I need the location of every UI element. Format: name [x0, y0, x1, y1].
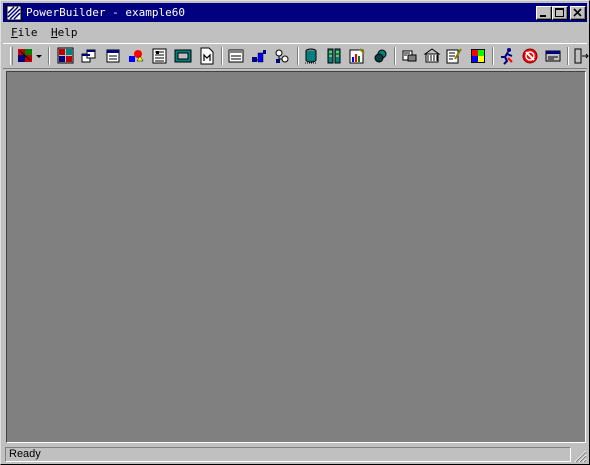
- library-icon[interactable]: [372, 47, 390, 65]
- browser-icon[interactable]: [401, 47, 419, 65]
- status-text: Ready: [9, 448, 41, 460]
- mdi-client-area[interactable]: [6, 71, 586, 443]
- datawindow-icon[interactable]: [151, 47, 169, 65]
- edit-icon[interactable]: [445, 47, 463, 65]
- structure-icon[interactable]: [127, 47, 145, 65]
- user-object-icon[interactable]: [198, 47, 216, 65]
- pipeline-icon[interactable]: [250, 47, 268, 65]
- toolbar-separator: [492, 47, 494, 65]
- color-icon[interactable]: [469, 47, 487, 65]
- maximize-button[interactable]: [552, 6, 568, 20]
- debug-icon[interactable]: [423, 47, 441, 65]
- toolbar-separator: [297, 47, 299, 65]
- window-painter-icon[interactable]: [80, 47, 98, 65]
- toolbar-grip[interactable]: [10, 47, 13, 65]
- toolbar-separator: [48, 47, 50, 65]
- report-icon[interactable]: [348, 47, 366, 65]
- database-icon[interactable]: [302, 47, 320, 65]
- function-icon[interactable]: [174, 47, 192, 65]
- menu-file[interactable]: File: [11, 26, 38, 39]
- toolbar-separator: [221, 47, 223, 65]
- menu-painter-icon[interactable]: [104, 47, 122, 65]
- toolbar-separator: [567, 47, 569, 65]
- new-icon[interactable]: [17, 47, 35, 65]
- status-pane: Ready: [5, 447, 571, 462]
- query-icon[interactable]: [227, 47, 245, 65]
- toolbar-separator: [394, 47, 396, 65]
- title-bar[interactable]: PowerBuilder - example60: [3, 3, 587, 22]
- exit-icon[interactable]: [572, 47, 590, 65]
- dropdown-arrow-icon[interactable]: [35, 47, 43, 65]
- status-bar: Ready: [3, 446, 587, 463]
- minimize-button[interactable]: [536, 6, 552, 20]
- menu-help[interactable]: Help: [51, 26, 78, 39]
- application-icon[interactable]: [57, 47, 75, 65]
- compile-icon[interactable]: [544, 47, 562, 65]
- app-icon[interactable]: [6, 5, 22, 21]
- window-title: PowerBuilder - example60: [26, 6, 185, 19]
- db-profile-icon[interactable]: [325, 47, 343, 65]
- stop-icon[interactable]: [521, 47, 539, 65]
- powerbuilder-window: PowerBuilder - example60 File Help Ready: [0, 0, 590, 465]
- resize-grip-icon[interactable]: [573, 449, 587, 463]
- toolbar: [3, 43, 590, 69]
- project-icon[interactable]: [273, 47, 291, 65]
- close-button[interactable]: [570, 6, 586, 20]
- menu-bar: File Help: [3, 23, 587, 42]
- run-icon[interactable]: [498, 47, 516, 65]
